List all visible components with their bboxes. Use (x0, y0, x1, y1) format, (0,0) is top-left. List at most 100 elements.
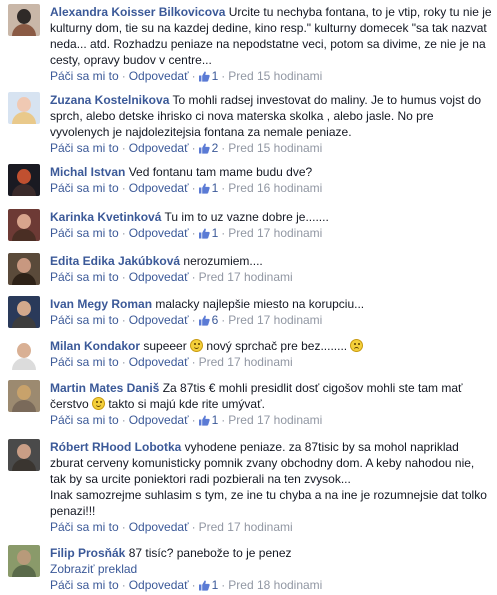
comment-text-block: Róbert RHood Lobotka vyhodene peniaze. z… (50, 439, 493, 487)
comment-item: Alexandra Koisser Bilkovicova Urcite tu … (0, 4, 497, 86)
avatar[interactable] (8, 209, 40, 241)
separator-dot: · (191, 355, 196, 369)
like-link[interactable]: Páči sa mi to (50, 355, 119, 369)
comment-timestamp[interactable]: Pred 17 hodinami (199, 270, 293, 284)
comment-timestamp[interactable]: Pred 17 hodinami (228, 413, 322, 427)
reply-link[interactable]: Odpovedať (129, 181, 189, 195)
comment-text-block: Zuzana Kostelnikova To mohli radsej inve… (50, 92, 493, 140)
comment-body: Zuzana Kostelnikova To mohli radsej inve… (50, 92, 493, 158)
comment-text: Tu im to uz vazne dobre je....... (164, 210, 329, 224)
comment-actions: Páči sa mi to · Odpovedať · 1 · Pred 18 hodina… (50, 577, 493, 595)
comment-timestamp[interactable]: Pred 17 hodinami (199, 355, 293, 369)
like-link[interactable]: Páči sa mi to (50, 313, 119, 327)
avatar[interactable] (8, 545, 40, 577)
comment-actions: Páči sa mi to · Odpovedať · Pred 17 hodinami (50, 269, 493, 285)
comment-author-link[interactable]: Ivan Megy Roman (50, 297, 152, 311)
separator-dot: · (221, 141, 226, 155)
reply-link[interactable]: Odpovedať (129, 270, 189, 284)
separator-dot: · (221, 226, 226, 240)
reply-link[interactable]: Odpovedať (129, 413, 189, 427)
separator-dot: · (191, 69, 196, 83)
like-link[interactable]: Páči sa mi to (50, 578, 119, 592)
separator-dot: · (221, 69, 226, 83)
show-translation-link[interactable]: Zobraziť preklad (50, 561, 493, 577)
comment-author-link[interactable]: Edita Edika Jakúbková (50, 254, 180, 268)
avatar[interactable] (8, 4, 40, 36)
comment-text-block: Michal Istvan Ved fontanu tam mame budu … (50, 164, 493, 180)
thumbs-up-icon (198, 70, 210, 86)
comment-author-link[interactable]: Zuzana Kostelnikova (50, 93, 169, 107)
separator-dot: · (121, 69, 126, 83)
like-link[interactable]: Páči sa mi to (50, 69, 119, 83)
reply-link[interactable]: Odpovedať (129, 520, 189, 534)
comment-timestamp[interactable]: Pred 15 hodinami (228, 141, 322, 155)
like-count[interactable]: 1 (198, 226, 218, 240)
comment-timestamp[interactable]: Pred 18 hodinami (228, 578, 322, 592)
avatar[interactable] (8, 439, 40, 471)
smile-emoji-icon (190, 339, 204, 352)
thumbs-up-icon (198, 414, 210, 430)
comment-body: Filip Prosňák 87 tisíc? panebože to je p… (50, 545, 493, 595)
comment-timestamp[interactable]: Pred 17 hodinami (199, 520, 293, 534)
comment-text-block: Edita Edika Jakúbková nerozumiem.... (50, 253, 493, 269)
avatar[interactable] (8, 380, 40, 412)
comment-author-link[interactable]: Róbert RHood Lobotka (50, 440, 181, 454)
reply-link[interactable]: Odpovedať (129, 355, 189, 369)
comment-text: malacky najlepšie miesto na korupciu... (155, 297, 365, 311)
avatar[interactable] (8, 338, 40, 370)
separator-dot: · (121, 578, 126, 592)
like-link[interactable]: Páči sa mi to (50, 413, 119, 427)
comment-text-continued: Inak samozrejme suhlasim s tym, ze ine t… (50, 488, 487, 518)
comment-timestamp[interactable]: Pred 17 hodinami (228, 226, 322, 240)
avatar[interactable] (8, 296, 40, 328)
comment-body: Alexandra Koisser Bilkovicova Urcite tu … (50, 4, 493, 86)
comment-author-link[interactable]: Filip Prosňák (50, 546, 125, 560)
comment-text: Ved fontanu tam mame budu dve? (128, 165, 313, 179)
reply-link[interactable]: Odpovedať (129, 141, 189, 155)
comment-timestamp[interactable]: Pred 15 hodinami (228, 69, 322, 83)
reply-link[interactable]: Odpovedať (129, 313, 189, 327)
reply-link[interactable]: Odpovedať (129, 578, 189, 592)
like-link[interactable]: Páči sa mi to (50, 226, 119, 240)
like-count[interactable]: 1 (198, 69, 218, 86)
comment-text-block: Karinka Kvetinková Tu im to uz vazne dob… (50, 209, 493, 225)
comment-item: Milan Kondakor supeeer nový sprchač pre … (0, 338, 497, 370)
comment-author-link[interactable]: Karinka Kvetinková (50, 210, 161, 224)
thumbs-up-icon (198, 142, 210, 158)
comment-body: Ivan Megy Roman malacky najlepšie miesto… (50, 296, 493, 330)
like-count[interactable]: 2 (198, 141, 218, 158)
like-link[interactable]: Páči sa mi to (50, 520, 119, 534)
comment-actions: Páči sa mi to · Odpovedať · 1 · Pred 16 hodina… (50, 180, 493, 198)
avatar[interactable] (8, 92, 40, 124)
like-link[interactable]: Páči sa mi to (50, 270, 119, 284)
comment-item: Zuzana Kostelnikova To mohli radsej inve… (0, 92, 497, 158)
comment-author-link[interactable]: Martin Mates Daniš (50, 381, 159, 395)
comment-author-link[interactable]: Milan Kondakor (50, 339, 140, 353)
comment-item: Martin Mates Daniš Za 87tis € mohli pres… (0, 380, 497, 430)
comment-author-link[interactable]: Alexandra Koisser Bilkovicova (50, 5, 225, 19)
comment-body: Michal Istvan Ved fontanu tam mame budu … (50, 164, 493, 198)
like-count[interactable]: 1 (198, 413, 218, 430)
comment-item: Róbert RHood Lobotka vyhodene peniaze. z… (0, 439, 497, 535)
like-count[interactable]: 1 (198, 578, 218, 592)
like-link[interactable]: Páči sa mi to (50, 181, 119, 195)
avatar[interactable] (8, 253, 40, 285)
comment-author-link[interactable]: Michal Istvan (50, 165, 125, 179)
sad-emoji-icon (350, 339, 364, 352)
avatar[interactable] (8, 164, 40, 196)
comment-timestamp[interactable]: Pred 17 hodinami (228, 313, 322, 327)
comment-timestamp[interactable]: Pred 16 hodinami (228, 181, 322, 195)
like-count[interactable]: 1 (198, 181, 218, 195)
comment-item: Michal Istvan Ved fontanu tam mame budu … (0, 164, 497, 198)
comment-text: supeeer (143, 339, 191, 353)
smile-emoji-icon (92, 397, 106, 410)
comment-body: Edita Edika Jakúbková nerozumiem.... Páči… (50, 253, 493, 285)
comment-item: Edita Edika Jakúbková nerozumiem.... Páči… (0, 253, 497, 285)
separator-dot: · (221, 181, 226, 195)
like-count[interactable]: 6 (198, 313, 218, 327)
comment-actions: Páči sa mi to · Odpovedať · Pred 17 hodinami (50, 354, 493, 370)
reply-link[interactable]: Odpovedať (129, 69, 189, 83)
like-link[interactable]: Páči sa mi to (50, 141, 119, 155)
comment-text: nový sprchač pre bez........ (203, 339, 351, 353)
reply-link[interactable]: Odpovedať (129, 226, 189, 240)
